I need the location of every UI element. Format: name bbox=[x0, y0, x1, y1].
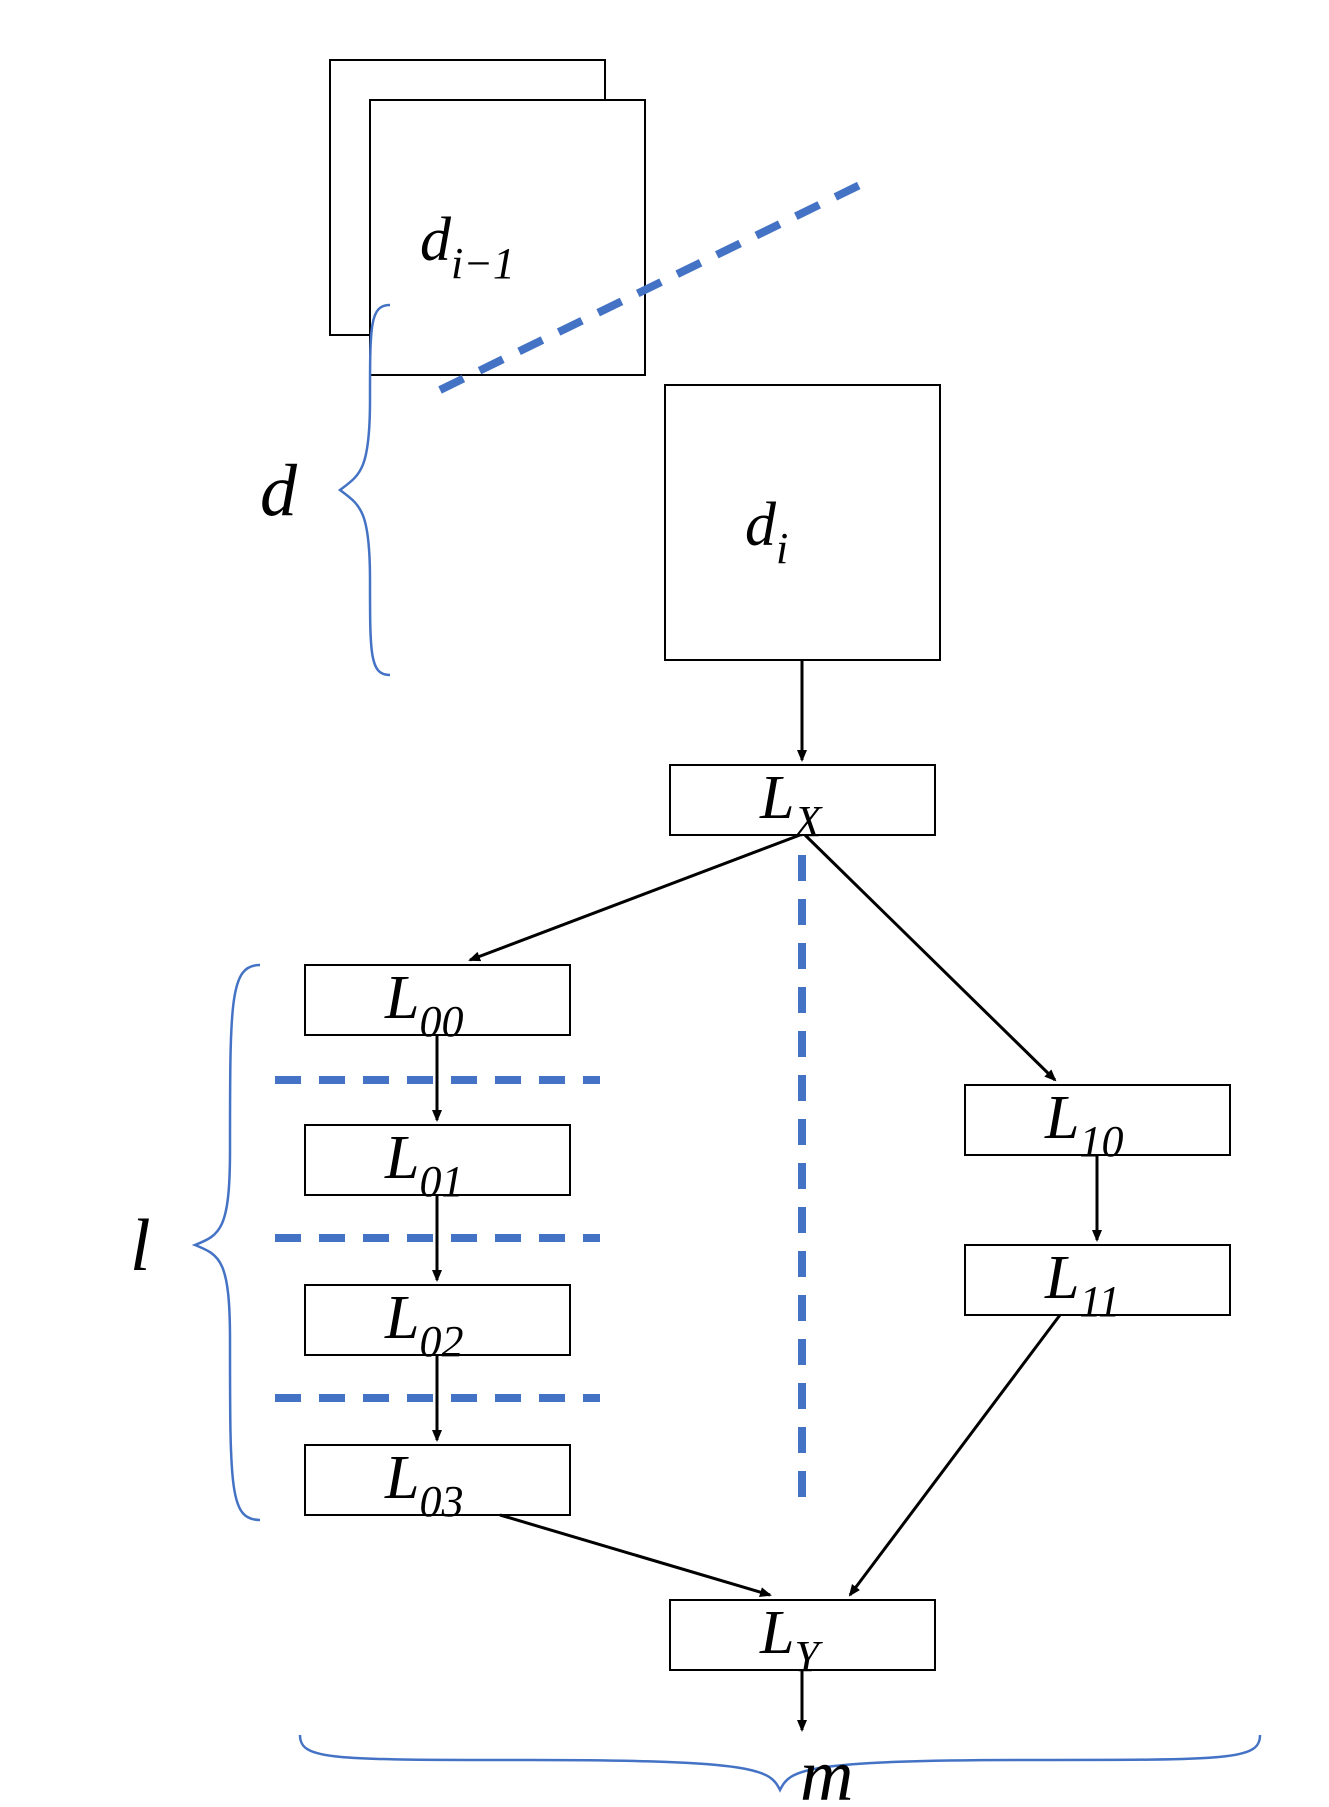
arrow-l03-to-ly bbox=[500, 1515, 770, 1595]
brace-l-label: l bbox=[130, 1205, 151, 1287]
brace-l bbox=[195, 965, 260, 1520]
l11-base: L bbox=[1044, 1244, 1079, 1312]
l01-sub: 01 bbox=[419, 1157, 463, 1206]
l01-base: L bbox=[384, 1124, 419, 1192]
l10-sub: 10 bbox=[1079, 1117, 1123, 1166]
l03-sub: 03 bbox=[419, 1477, 463, 1526]
d-i-base: d bbox=[745, 491, 777, 559]
brace-d-label: d bbox=[260, 450, 298, 532]
lx-base: L bbox=[759, 764, 794, 832]
l02-sub: 02 bbox=[419, 1317, 463, 1366]
l00-base: L bbox=[384, 964, 419, 1032]
arrow-l11-to-ly bbox=[850, 1315, 1060, 1595]
l03-base: L bbox=[384, 1444, 419, 1512]
diagram-canvas: di−1 di LX L00 L01 L02 L03 L10 bbox=[0, 0, 1329, 1807]
brace-m bbox=[300, 1735, 1260, 1790]
d-back-base: d bbox=[420, 206, 452, 274]
arrow-lx-to-l10 bbox=[805, 835, 1055, 1080]
l10-base: L bbox=[1044, 1084, 1079, 1152]
l11-sub: 11 bbox=[1079, 1277, 1120, 1326]
data-box-di bbox=[665, 385, 940, 660]
l02-base: L bbox=[384, 1284, 419, 1352]
d-i-sub: i bbox=[776, 524, 788, 573]
arrow-lx-to-l00 bbox=[470, 835, 800, 960]
l00-sub: 00 bbox=[419, 997, 463, 1046]
brace-m-label: m bbox=[800, 1735, 853, 1807]
ly-base: L bbox=[759, 1599, 794, 1667]
data-box-front bbox=[370, 100, 645, 375]
d-back-sub: i−1 bbox=[451, 239, 515, 288]
